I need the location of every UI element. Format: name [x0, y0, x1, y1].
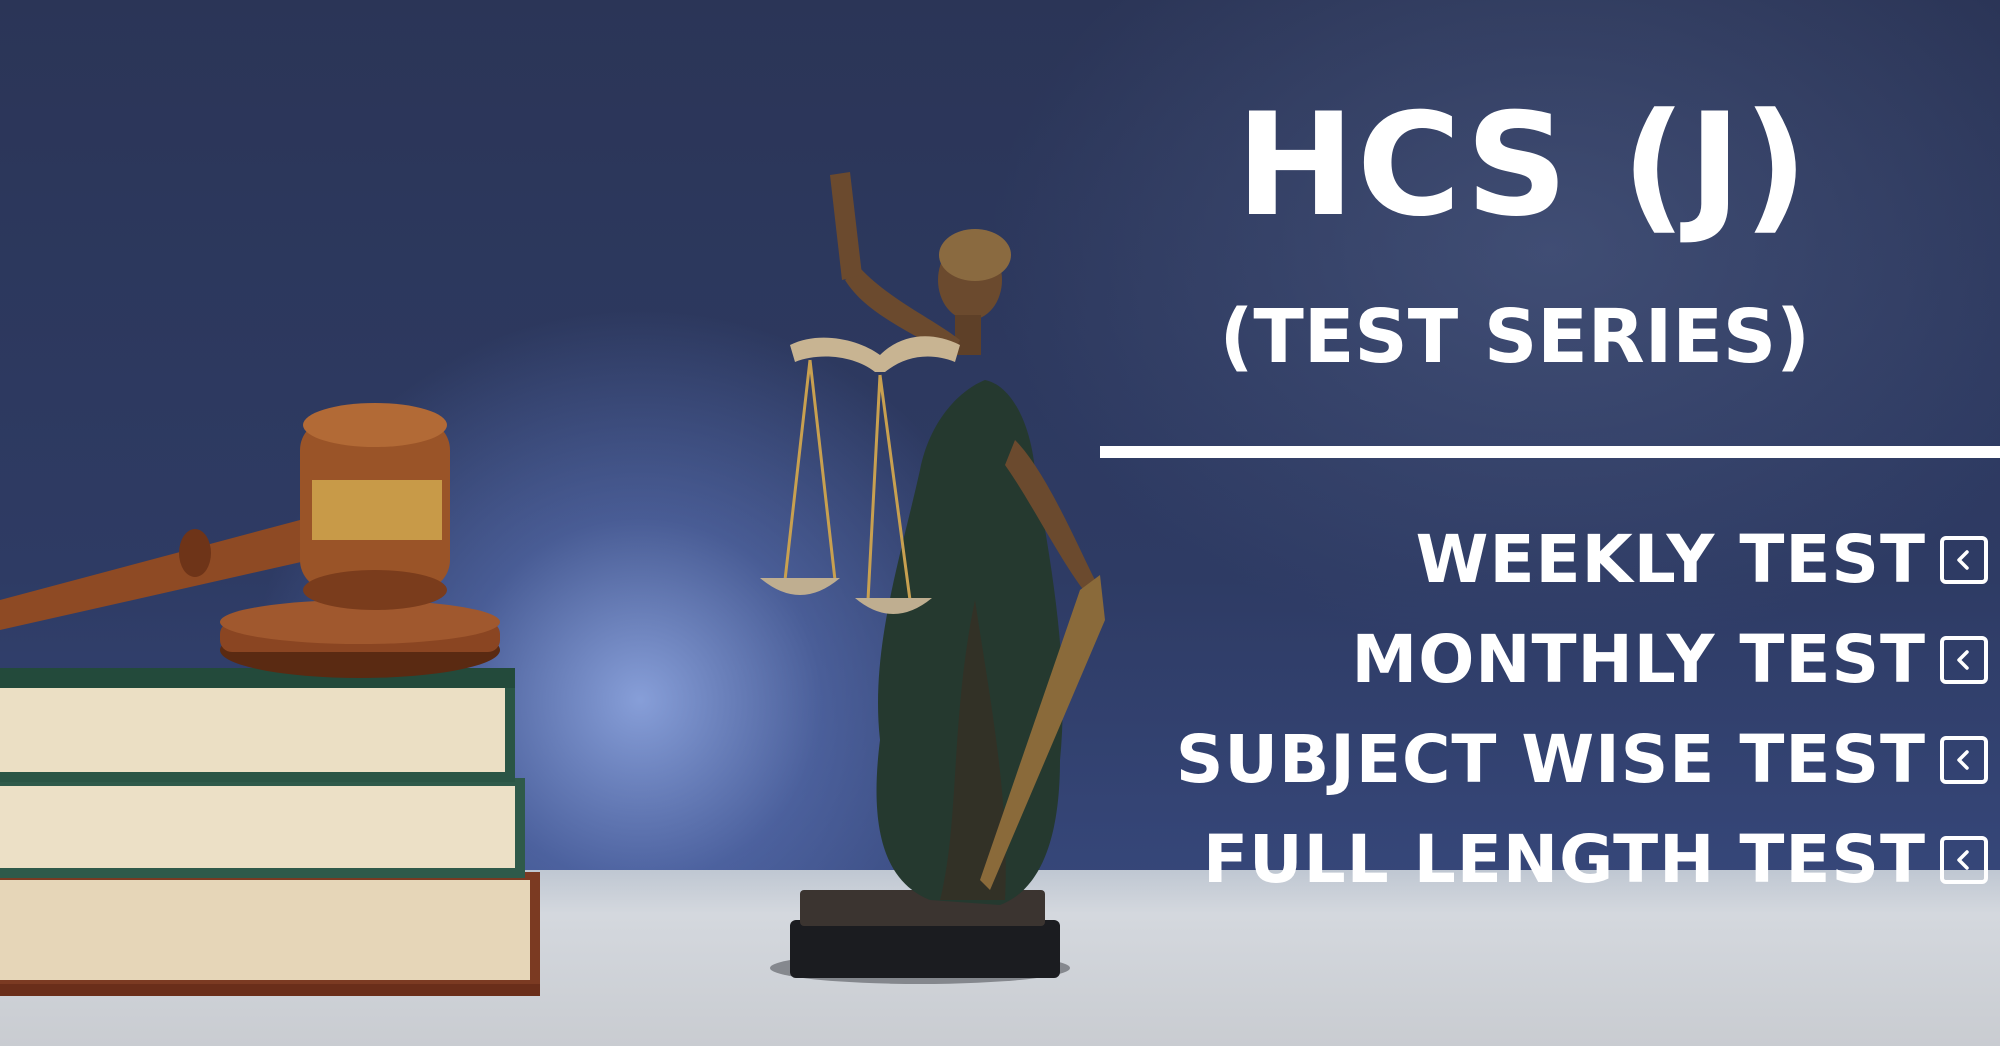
divider: [1100, 446, 2000, 458]
test-item-weekly[interactable]: WEEKLY TEST: [1040, 510, 2000, 610]
test-item-subject-wise[interactable]: SUBJECT WISE TEST: [1040, 710, 2000, 810]
page-title: HCS (J): [1235, 83, 1810, 248]
page-subtitle: (TEST SERIES): [1219, 294, 1810, 380]
test-label: FULL LENGTH TEST: [1202, 821, 1926, 898]
test-item-full-length[interactable]: FULL LENGTH TEST: [1040, 810, 2000, 910]
chevron-left-square-icon: [1940, 636, 1988, 684]
test-label: MONTHLY TEST: [1351, 621, 1926, 698]
books-stack-icon: [0, 668, 540, 996]
test-list: WEEKLY TEST MONTHLY TEST SUBJECT WISE TE…: [1040, 510, 2000, 910]
test-label: WEEKLY TEST: [1415, 521, 1926, 598]
test-label: SUBJECT WISE TEST: [1175, 721, 1926, 798]
test-item-monthly[interactable]: MONTHLY TEST: [1040, 610, 2000, 710]
chevron-left-square-icon: [1940, 536, 1988, 584]
chevron-left-square-icon: [1940, 736, 1988, 784]
gavel-icon: [0, 403, 500, 678]
chevron-left-square-icon: [1940, 836, 1988, 884]
